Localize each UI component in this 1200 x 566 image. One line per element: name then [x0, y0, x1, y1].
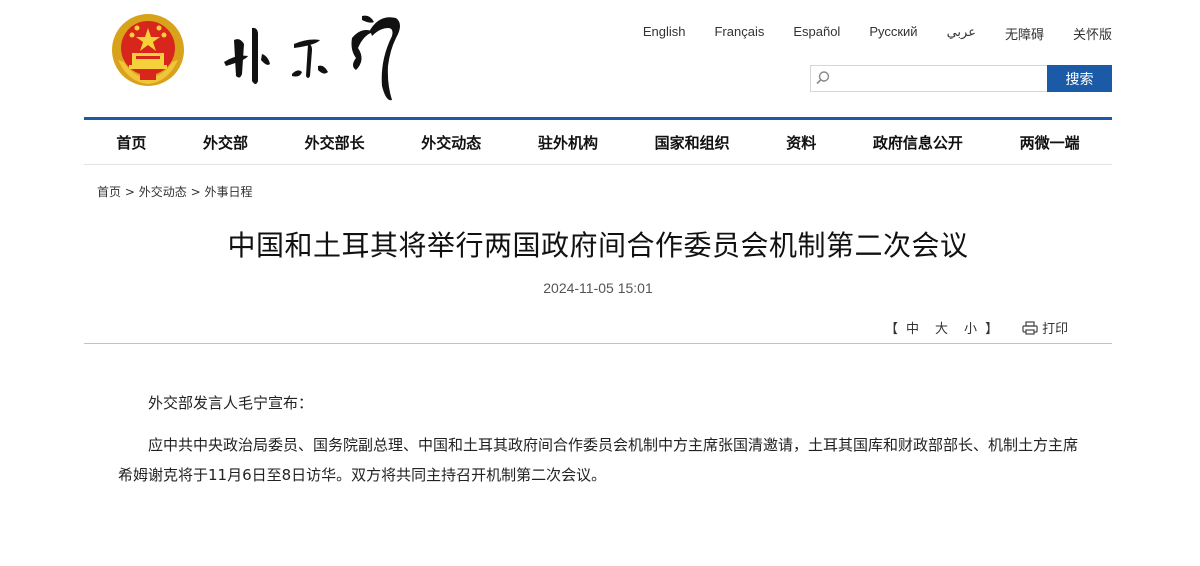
nav-item-ministry[interactable]: 外交部 — [203, 132, 248, 153]
article-paragraph: 外交部发言人毛宁宣布： — [148, 394, 314, 412]
font-size-medium[interactable]: 中 — [906, 318, 919, 337]
search-bar: 搜索 — [810, 65, 1112, 92]
lang-arabic[interactable]: عربي — [947, 24, 976, 43]
breadcrumb-diplomatic-news[interactable]: 外交动态 — [139, 185, 187, 199]
print-button[interactable]: 打印 — [1022, 318, 1068, 337]
language-bar: English Français Español Русский عربي 无障… — [614, 24, 1112, 43]
breadcrumb: 首页 > 外交动态 > 外事日程 — [97, 183, 252, 200]
breadcrumb-separator: > — [124, 185, 135, 199]
nav-item-minister[interactable]: 外交部长 — [305, 132, 365, 153]
lang-english[interactable]: English — [643, 24, 686, 43]
nav-item-diplomatic-news[interactable]: 外交动态 — [421, 132, 481, 153]
article-paragraph: 应中共中央政治局委员、国务院副总理、中国和土耳其政府间合作委员会机制中方主席张国… — [118, 436, 1079, 484]
nav-item-countries[interactable]: 国家和组织 — [655, 132, 730, 153]
article-divider — [84, 343, 1112, 344]
bracket-close: 】 — [985, 322, 999, 337]
font-size-small[interactable]: 小 — [964, 318, 977, 337]
lang-russian[interactable]: Русский — [869, 24, 917, 43]
article-tools: 【 中 大 小 】 打印 — [885, 318, 1068, 337]
font-size-large[interactable]: 大 — [935, 318, 948, 337]
accessibility-link[interactable]: 无障碍 — [1005, 24, 1044, 43]
printer-icon — [1022, 320, 1038, 335]
breadcrumb-separator: > — [190, 185, 201, 199]
main-nav: 首页 外交部 外交部长 外交动态 驻外机构 国家和组织 资料 政府信息公开 两微… — [84, 117, 1112, 165]
ministry-calligraphy-logo — [224, 15, 400, 101]
article-body: 外交部发言人毛宁宣布： 应中共中央政治局委员、国务院副总理、中国和土耳其政府间合… — [118, 388, 1086, 502]
site-header: English Français Español Русский عربي 无障… — [0, 0, 1200, 118]
lang-french[interactable]: Français — [714, 24, 764, 43]
care-version-link[interactable]: 关怀版 — [1073, 24, 1112, 43]
bracket-open: 【 — [885, 322, 899, 337]
nav-item-social[interactable]: 两微一端 — [1020, 132, 1080, 153]
nav-item-resources[interactable]: 资料 — [786, 132, 816, 153]
nav-item-missions[interactable]: 驻外机构 — [538, 132, 598, 153]
nav-item-home[interactable]: 首页 — [116, 132, 146, 153]
search-input[interactable] — [810, 65, 1047, 92]
national-emblem-icon — [112, 14, 184, 86]
print-label: 打印 — [1042, 322, 1069, 337]
search-icon — [816, 71, 830, 85]
breadcrumb-home[interactable]: 首页 — [97, 185, 121, 199]
search-button[interactable]: 搜索 — [1047, 65, 1112, 92]
nav-item-info-disclosure[interactable]: 政府信息公开 — [873, 132, 963, 153]
lang-spanish[interactable]: Español — [793, 24, 840, 43]
article-title: 中国和土耳其将举行两国政府间合作委员会机制第二次会议 — [227, 229, 969, 262]
article-datetime: 2024-11-05 15:01 — [543, 280, 653, 296]
breadcrumb-schedule[interactable]: 外事日程 — [204, 185, 252, 199]
